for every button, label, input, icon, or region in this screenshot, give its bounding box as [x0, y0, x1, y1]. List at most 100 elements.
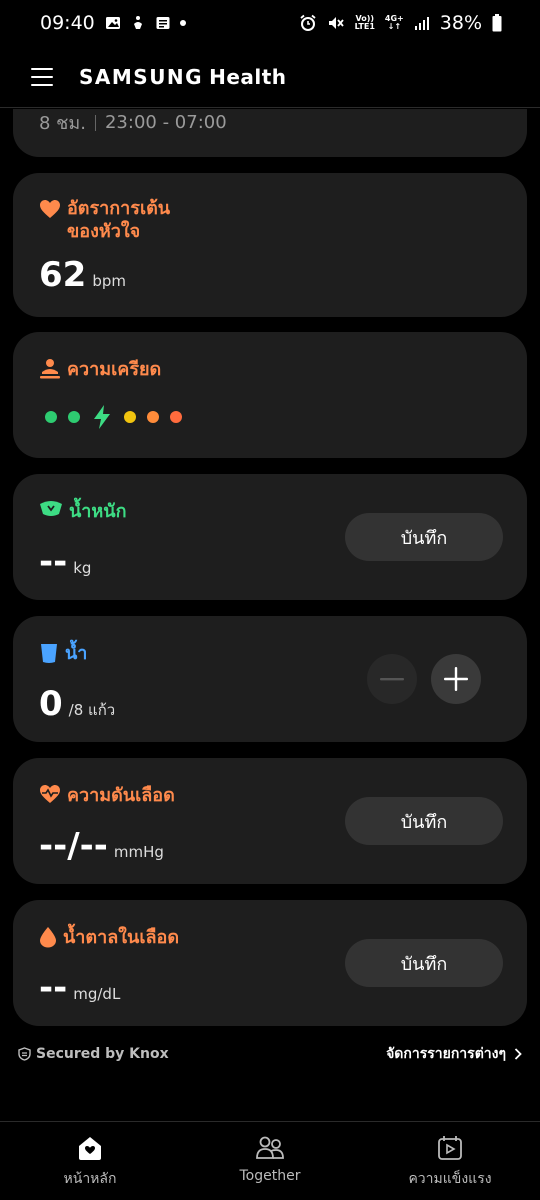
weight-value-row: -- kg	[39, 542, 91, 582]
water-unit: /8 แก้ว	[68, 701, 116, 719]
blood-drop-icon	[40, 927, 56, 948]
water-increase-button[interactable]	[431, 654, 481, 704]
water-value-row: 0 /8 แก้ว	[39, 684, 115, 724]
notification-icons	[105, 15, 186, 31]
footer-row: Secured by Knox จัดการรายการต่างๆ	[18, 1043, 522, 1065]
blood-glucose-title-text: น้ำตาลในเลือด	[63, 927, 180, 948]
brand-logo: SAMSUNG Health	[79, 65, 287, 89]
water-cup-icon	[41, 644, 57, 663]
blood-pressure-unit: mmHg	[113, 843, 164, 861]
weight-title-text: น้ำหนัก	[69, 501, 127, 522]
minus-icon	[380, 678, 404, 681]
status-right: Vo)) LTE1 4G+ ↓↑ 38%	[299, 12, 502, 34]
stress-card[interactable]: ความเครียด	[13, 332, 527, 458]
knox-label: Secured by Knox	[36, 1046, 169, 1062]
heart-icon	[40, 200, 60, 218]
network-type-indicator: 4G+ ↓↑	[384, 14, 404, 31]
record-blood-glucose-button[interactable]: บันทึก	[345, 939, 503, 987]
brand-main: SAMSUNG	[79, 64, 204, 89]
volte-indicator: Vo)) LTE1	[355, 15, 375, 31]
plus-icon	[444, 667, 468, 691]
manage-items-link[interactable]: จัดการรายการต่างๆ	[386, 1043, 522, 1065]
nav-home[interactable]: หน้าหลัก	[0, 1122, 180, 1200]
sleep-duration: 8 ชม.	[39, 113, 86, 134]
people-icon	[256, 1136, 284, 1159]
more-notifications-dot	[179, 20, 186, 26]
stress-title-text: ความเครียด	[67, 359, 162, 380]
record-weight-button[interactable]: บันทึก	[345, 513, 503, 561]
stress-dot	[170, 411, 182, 423]
blood-glucose-value-row: -- mg/dL	[39, 968, 120, 1008]
network-type-label: 4G+	[384, 14, 404, 23]
blood-pressure-title: ความดันเลือด	[39, 784, 175, 807]
app-header: SAMSUNG Health	[0, 46, 540, 108]
stress-dot	[45, 411, 57, 423]
heart-rate-title: อัตราการเต้น ของหัวใจ	[39, 197, 170, 243]
fitness-video-icon	[438, 1136, 462, 1160]
blood-pressure-value-row: --/-- mmHg	[39, 826, 164, 866]
chevron-right-icon	[514, 1048, 522, 1060]
alarm-icon	[300, 14, 316, 31]
clock: 09:40	[40, 12, 95, 34]
stress-level-indicator	[45, 404, 182, 430]
news-icon	[156, 17, 170, 29]
sleep-card[interactable]: 8 ชม. 23:00 - 07:00	[13, 109, 527, 157]
stress-title: ความเครียด	[39, 358, 161, 381]
gallery-icon	[105, 17, 120, 29]
weight-card[interactable]: น้ำหนัก -- kg บันทึก	[13, 474, 527, 600]
status-bar: 09:40 Vo)) LTE1 4G+ ↓↑ 38%	[0, 0, 540, 46]
scale-icon	[40, 501, 62, 516]
sleep-summary: 8 ชม. 23:00 - 07:00	[39, 109, 227, 137]
heart-rate-unit: bpm	[92, 272, 126, 290]
nav-together[interactable]: Together	[180, 1122, 360, 1200]
nav-home-label: หน้าหลัก	[63, 1171, 117, 1187]
knox-badge: Secured by Knox	[18, 1046, 169, 1062]
nav-together-label: Together	[239, 1168, 301, 1184]
dashboard-content: 8 ชม. 23:00 - 07:00 อัตราการเต้น ของหัวใ…	[0, 109, 540, 1121]
blood-glucose-unit: mg/dL	[73, 985, 121, 1003]
water-title: น้ำ	[39, 642, 87, 665]
mute-icon	[328, 17, 344, 29]
blood-pressure-value: --/--	[39, 826, 108, 866]
battery-percent: 38%	[439, 12, 482, 34]
weight-unit: kg	[73, 559, 92, 577]
weight-value: --	[39, 542, 68, 582]
blood-pressure-title-text: ความดันเลือด	[67, 785, 175, 806]
heart-rate-value: 62	[39, 255, 87, 295]
record-blood-pressure-button[interactable]: บันทึก	[345, 797, 503, 845]
stress-icon	[40, 359, 60, 379]
stress-dot	[147, 411, 159, 423]
menu-button[interactable]	[31, 67, 53, 86]
manage-items-label: จัดการรายการต่างๆ	[386, 1046, 506, 1062]
stress-dot	[124, 411, 136, 423]
home-icon	[79, 1137, 101, 1160]
signal-icon	[414, 17, 429, 30]
blood-pressure-card[interactable]: ความดันเลือด --/-- mmHg บันทึก	[13, 758, 527, 884]
blood-glucose-card[interactable]: น้ำตาลในเลือด -- mg/dL บันทึก	[13, 900, 527, 1026]
sleep-range: 23:00 - 07:00	[104, 112, 227, 133]
nav-fitness-label: ความแข็งแรง	[408, 1171, 492, 1187]
knox-shield-icon	[18, 1047, 31, 1061]
nav-fitness[interactable]: ความแข็งแรง	[360, 1122, 540, 1200]
heart-rate-value-row: 62 bpm	[39, 255, 126, 295]
bottom-navigation: หน้าหลัก Together ความแข็งแรง	[0, 1121, 540, 1200]
heart-title-line1: อัตราการเต้น	[67, 198, 171, 219]
divider	[94, 114, 96, 131]
heart-pulse-icon	[40, 785, 60, 803]
water-decrease-button[interactable]	[367, 654, 417, 704]
stress-current-bolt-icon	[94, 405, 110, 429]
heart-rate-card[interactable]: อัตราการเต้น ของหัวใจ 62 bpm	[13, 173, 527, 317]
blood-glucose-value: --	[39, 968, 68, 1008]
heart-title-line2: ของหัวใจ	[67, 221, 141, 242]
accessibility-icon	[133, 16, 142, 29]
weight-title: น้ำหนัก	[39, 500, 126, 523]
stress-dot	[68, 411, 80, 423]
water-title-text: น้ำ	[65, 643, 88, 664]
battery-icon	[492, 14, 502, 32]
brand-sub: Health	[209, 64, 287, 89]
lte-label: LTE1	[354, 22, 375, 31]
water-value: 0	[39, 684, 63, 724]
blood-glucose-title: น้ำตาลในเลือด	[39, 926, 179, 949]
water-card[interactable]: น้ำ 0 /8 แก้ว	[13, 616, 527, 742]
status-left: 09:40	[40, 12, 186, 34]
